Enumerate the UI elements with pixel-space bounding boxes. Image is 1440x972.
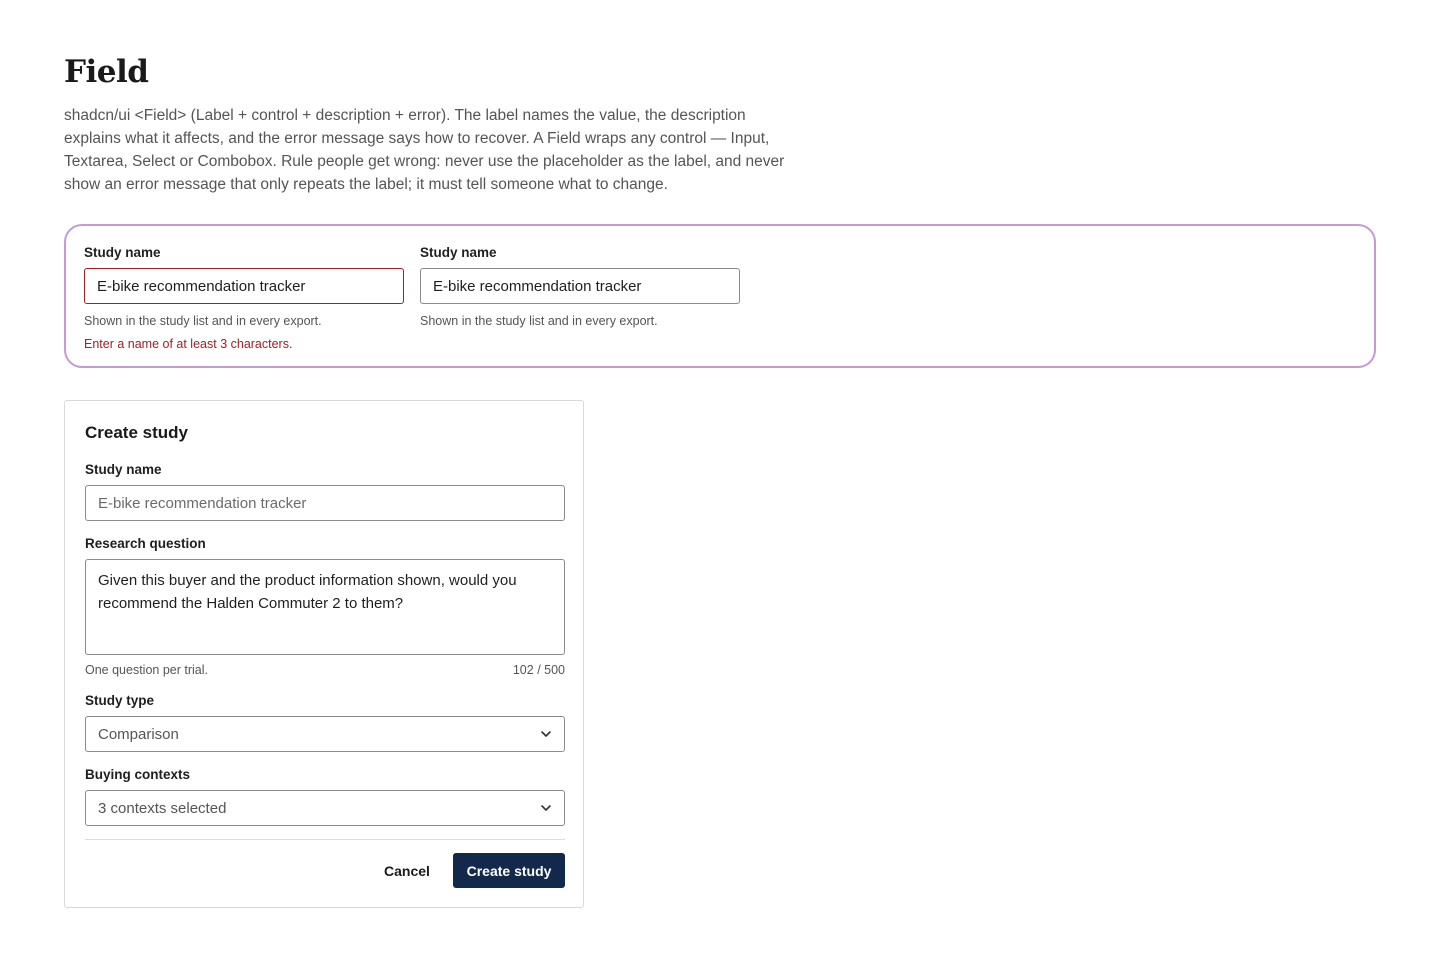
research-question-textarea[interactable]: Given this buyer and the product informa…	[85, 559, 565, 655]
card-title: Create study	[85, 423, 188, 442]
field-demo-preview: Study name E-bike recommendation tracker…	[64, 224, 1376, 368]
buying-contexts-field: Buying contexts 3 contexts selected	[85, 766, 565, 826]
page-description: shadcn/ui <Field> (Label + control + des…	[64, 107, 785, 193]
field-label: Study name	[84, 245, 161, 260]
chevron-down-icon	[540, 802, 552, 814]
cancel-button[interactable]: Cancel	[377, 853, 437, 888]
page-title: Field	[64, 54, 149, 90]
field-label: Study name	[420, 245, 497, 260]
study-name-input-error[interactable]: E-bike recommendation tracker	[84, 268, 404, 304]
create-study-button[interactable]: Create study	[453, 853, 565, 888]
study-type-field: Study type Comparison	[85, 692, 565, 752]
study-name-field: Study name E-bike recommendation tracker	[85, 461, 565, 521]
footer-divider	[85, 839, 565, 840]
buying-contexts-combobox[interactable]: 3 contexts selected	[85, 790, 565, 826]
field-description: Shown in the study list and in every exp…	[420, 314, 658, 328]
field-label: Study type	[85, 693, 155, 708]
study-name-input[interactable]: E-bike recommendation tracker	[85, 485, 565, 521]
field-label: Buying contexts	[85, 767, 191, 782]
field-error-example: Study name E-bike recommendation tracker…	[84, 244, 404, 352]
select-value: 3 contexts selected	[98, 799, 227, 817]
field-description: One question per trial.	[85, 663, 208, 677]
study-name-input[interactable]: E-bike recommendation tracker	[420, 268, 740, 304]
character-counter: 102 / 500	[512, 663, 565, 677]
field-label: Study name	[85, 462, 162, 477]
field-error-message: Enter a name of at least 3 characters.	[84, 337, 293, 351]
select-value: Comparison	[98, 725, 179, 743]
research-question-field: Research question Given this buyer and t…	[85, 535, 565, 678]
field-description: Shown in the study list and in every exp…	[84, 314, 322, 328]
create-study-card: Create study Study name E-bike recommend…	[64, 400, 584, 908]
field-label: Research question	[85, 536, 206, 551]
field-normal-example: Study name E-bike recommendation tracker…	[420, 244, 740, 329]
chevron-down-icon	[540, 728, 552, 740]
help-row: One question per trial. 102 / 500	[85, 662, 565, 678]
study-type-select[interactable]: Comparison	[85, 716, 565, 752]
